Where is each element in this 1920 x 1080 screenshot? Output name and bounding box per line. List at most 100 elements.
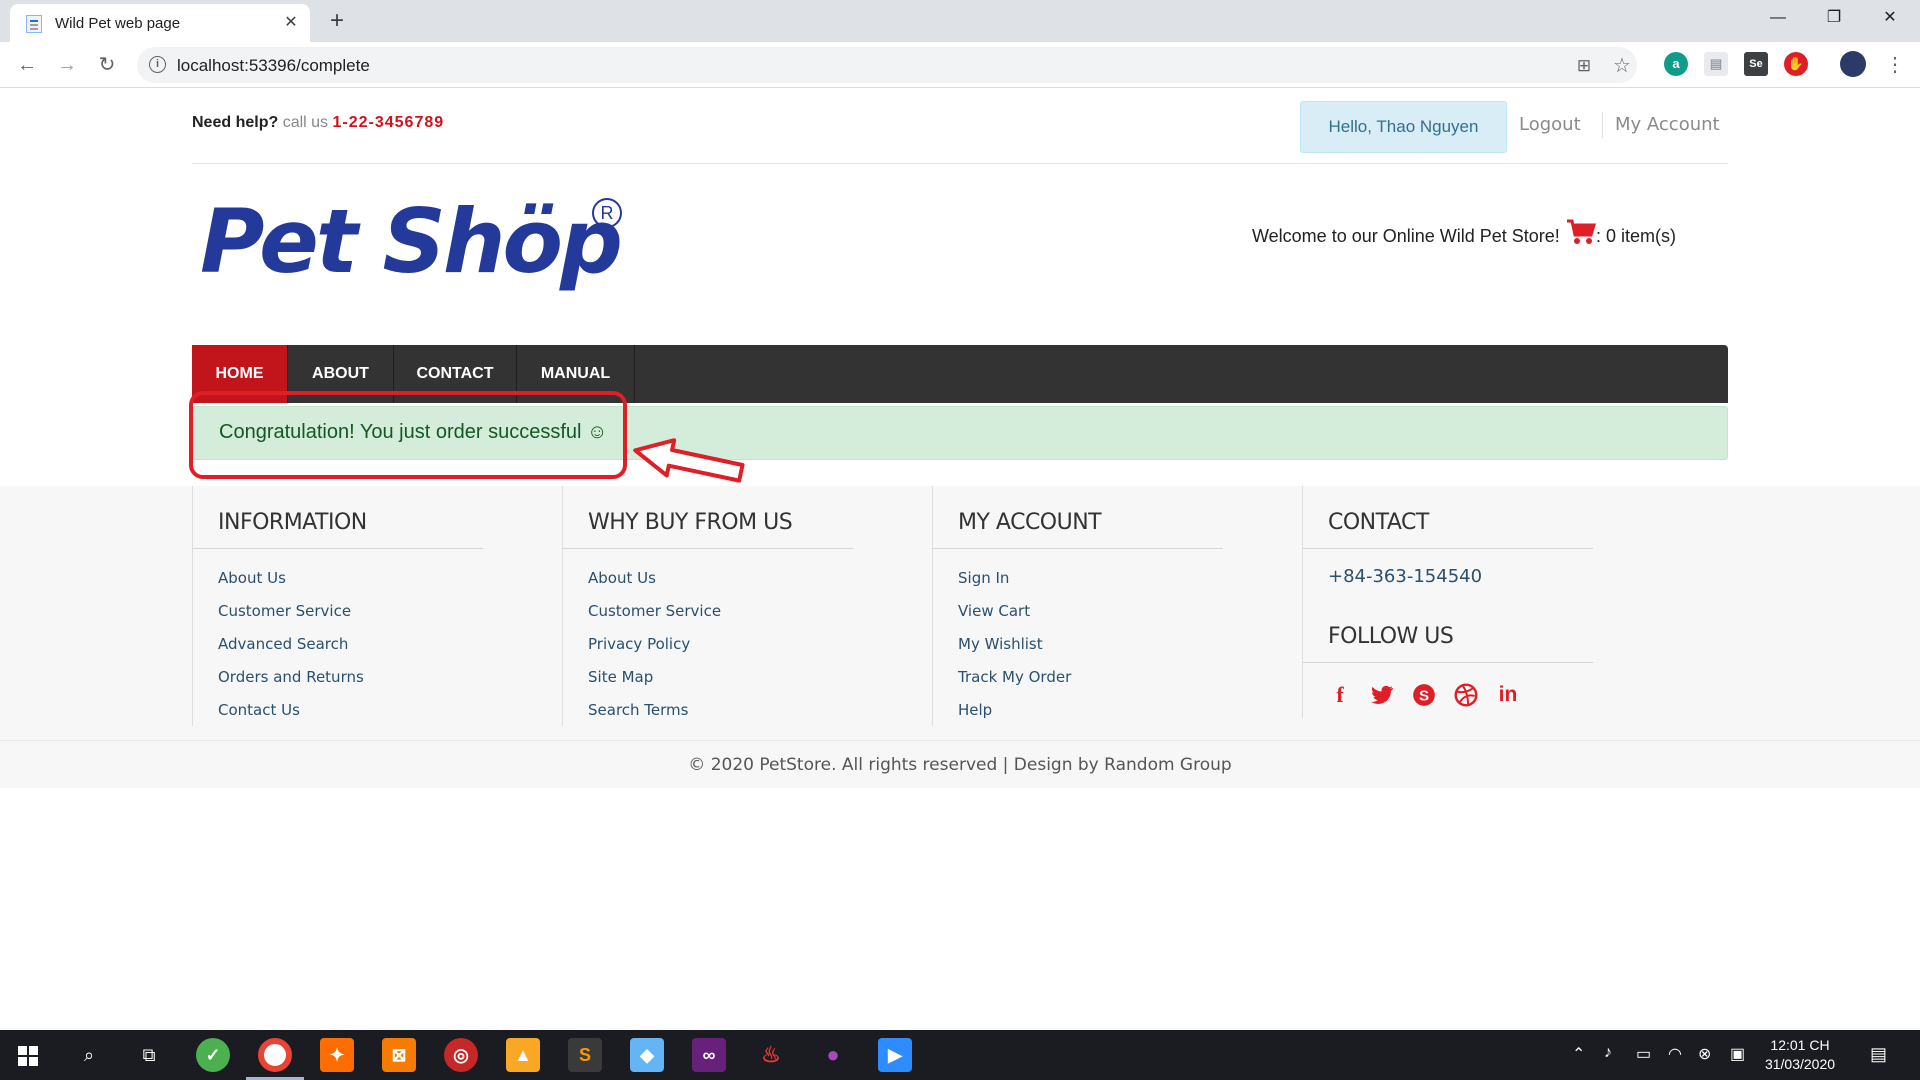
footer-heading: WHY BUY FROM US <box>588 510 793 535</box>
footer-heading: CONTACT <box>1328 510 1429 535</box>
copyright-bar: © 2020 PetStore. All rights reserved | D… <box>0 740 1920 788</box>
copyright-text: © 2020 PetStore. All rights reserved | D… <box>688 755 1232 775</box>
registered-mark: R <box>592 198 622 228</box>
shopping-cart-icon[interactable] <box>1566 218 1596 246</box>
battery-icon[interactable]: ▭ <box>1636 1044 1651 1064</box>
tab-title: Wild Pet web page <box>55 15 181 32</box>
clock-date: 31/03/2020 <box>1764 1056 1836 1072</box>
forward-button[interactable]: → <box>52 50 82 80</box>
tray-x-icon[interactable]: ⊗ <box>1698 1044 1711 1064</box>
footer-col-why-buy: WHY BUY FROM US About Us Customer Servic… <box>562 486 932 726</box>
footer-heading: INFORMATION <box>218 510 367 535</box>
windows-start-icon[interactable] <box>18 1046 38 1066</box>
page-favicon-icon <box>26 15 42 33</box>
minimize-button[interactable]: — <box>1750 0 1806 36</box>
extension-adblock-icon[interactable]: ✋ <box>1784 52 1808 76</box>
footer-divider <box>933 548 1223 549</box>
app-icon-garena[interactable]: ♨ <box>754 1038 788 1072</box>
translate-icon[interactable]: ⊞ <box>1573 55 1595 77</box>
user-greeting[interactable]: Hello, Thao Nguyen <box>1300 101 1507 153</box>
footer-col-contact: CONTACT +84-363-154540 FOLLOW US f S in <box>1302 486 1672 718</box>
xampp-icon[interactable]: ⊠ <box>382 1038 416 1072</box>
footer-link[interactable]: Track My Order <box>958 668 1071 686</box>
footer-divider <box>563 548 853 549</box>
my-account-link[interactable]: My Account <box>1615 114 1720 135</box>
footer-link[interactable]: Search Terms <box>588 701 688 719</box>
footer-link[interactable]: Advanced Search <box>218 635 348 653</box>
footer-divider <box>193 548 483 549</box>
footer-link[interactable]: My Wishlist <box>958 635 1043 653</box>
dribbble-icon[interactable] <box>1453 682 1479 708</box>
footer-col-my-account: MY ACCOUNT Sign In View Cart My Wishlist… <box>932 486 1302 726</box>
extension-doc-icon[interactable]: ▤ <box>1704 52 1728 76</box>
footer-heading: MY ACCOUNT <box>958 510 1102 535</box>
notifications-icon[interactable]: ▤ <box>1870 1044 1887 1065</box>
sublime-text-icon[interactable]: S <box>568 1038 602 1072</box>
close-tab-icon[interactable]: ✕ <box>280 12 302 34</box>
footer-link[interactable]: Orders and Returns <box>218 668 364 686</box>
facebook-icon[interactable]: f <box>1327 682 1353 708</box>
app-icon-orange[interactable]: ✦ <box>320 1038 354 1072</box>
footer-link[interactable]: About Us <box>588 569 656 587</box>
help-label: Need help? <box>192 114 279 131</box>
visual-studio-icon[interactable]: ∞ <box>692 1038 726 1072</box>
logo-text: Pet Shöp <box>200 190 623 293</box>
app-icon-balloon[interactable]: ● <box>816 1038 850 1072</box>
tray-chevron-icon[interactable]: ⌃ <box>1572 1044 1585 1064</box>
footer-contact-phone[interactable]: +84-363-154540 <box>1328 566 1482 587</box>
footer-link[interactable]: Help <box>958 701 992 719</box>
footer-divider <box>1303 548 1593 549</box>
url-text: localhost:53396/complete <box>177 56 370 75</box>
reload-button[interactable]: ↻ <box>92 50 122 80</box>
new-tab-button[interactable]: + <box>322 7 352 37</box>
footer-link[interactable]: Sign In <box>958 569 1009 587</box>
app-icon-red[interactable]: ◎ <box>444 1038 478 1072</box>
tray-app-icon[interactable]: ▣ <box>1730 1044 1745 1064</box>
search-icon[interactable]: ⌕ <box>72 1038 106 1072</box>
pet-shop-logo[interactable]: Pet Shöp R <box>200 190 630 310</box>
footer-link[interactable]: Contact Us <box>218 701 300 719</box>
footer-col-information: INFORMATION About Us Customer Service Ad… <box>192 486 562 726</box>
browser-tab[interactable]: Wild Pet web page ✕ <box>10 4 310 42</box>
clock-time: 12:01 CH <box>1770 1037 1830 1053</box>
close-window-button[interactable]: ✕ <box>1862 0 1918 36</box>
footer-link[interactable]: View Cart <box>958 602 1030 620</box>
restore-button[interactable]: ❐ <box>1806 0 1862 36</box>
footer-link[interactable]: Privacy Policy <box>588 635 690 653</box>
follow-us-heading: FOLLOW US <box>1328 624 1454 649</box>
extension-selenium-icon[interactable]: Se <box>1744 52 1768 76</box>
call-label: call us <box>282 114 329 131</box>
profile-avatar[interactable] <box>1840 51 1866 77</box>
footer-link[interactable]: About Us <box>218 569 286 587</box>
annotation-highlight-box <box>189 391 627 479</box>
wifi-icon[interactable]: ◠ <box>1668 1044 1682 1064</box>
logout-link[interactable]: Logout <box>1519 114 1581 135</box>
linkedin-icon[interactable]: in <box>1495 682 1521 708</box>
topbar-divider <box>1602 112 1603 138</box>
volume-icon[interactable]: ♪ <box>1604 1044 1612 1062</box>
footer-link[interactable]: Customer Service <box>218 602 351 620</box>
help-phone[interactable]: 1-22-3456789 <box>333 114 445 131</box>
app-icon-shapes[interactable]: ▲ <box>506 1038 540 1072</box>
address-bar[interactable]: i localhost:53396/complete ⊞ ☆ <box>137 47 1637 83</box>
taskbar-clock[interactable]: 12:01 CH 31/03/2020 <box>1760 1036 1840 1074</box>
chrome-icon[interactable] <box>258 1038 292 1072</box>
task-view-icon[interactable]: ⧉ <box>132 1038 166 1072</box>
twitter-icon[interactable] <box>1369 682 1395 708</box>
back-button[interactable]: ← <box>12 50 42 80</box>
browser-tabstrip: Wild Pet web page ✕ + — ❐ ✕ <box>0 0 1920 42</box>
browser-toolbar: ← → ↻ i localhost:53396/complete ⊞ ☆ a ▤… <box>0 42 1920 88</box>
footer-link[interactable]: Customer Service <box>588 602 721 620</box>
footer-link[interactable]: Site Map <box>588 668 653 686</box>
skype-icon[interactable]: S <box>1411 682 1437 708</box>
site-info-icon[interactable]: i <box>149 56 166 73</box>
bookmark-star-icon[interactable]: ☆ <box>1611 55 1633 77</box>
greenshot-icon[interactable]: ✓ <box>196 1038 230 1072</box>
zoom-icon[interactable]: ▶ <box>878 1038 912 1072</box>
welcome-message: Welcome to our Online Wild Pet Store! <box>1252 226 1560 246</box>
cart-item-count[interactable]: : 0 item(s) <box>1596 226 1676 247</box>
extension-a-icon[interactable]: a <box>1664 52 1688 76</box>
app-icon-cube[interactable]: ◆ <box>630 1038 664 1072</box>
browser-menu-icon[interactable]: ⋮ <box>1880 50 1910 80</box>
help-line: Need help? call us 1-22-3456789 <box>192 114 444 132</box>
